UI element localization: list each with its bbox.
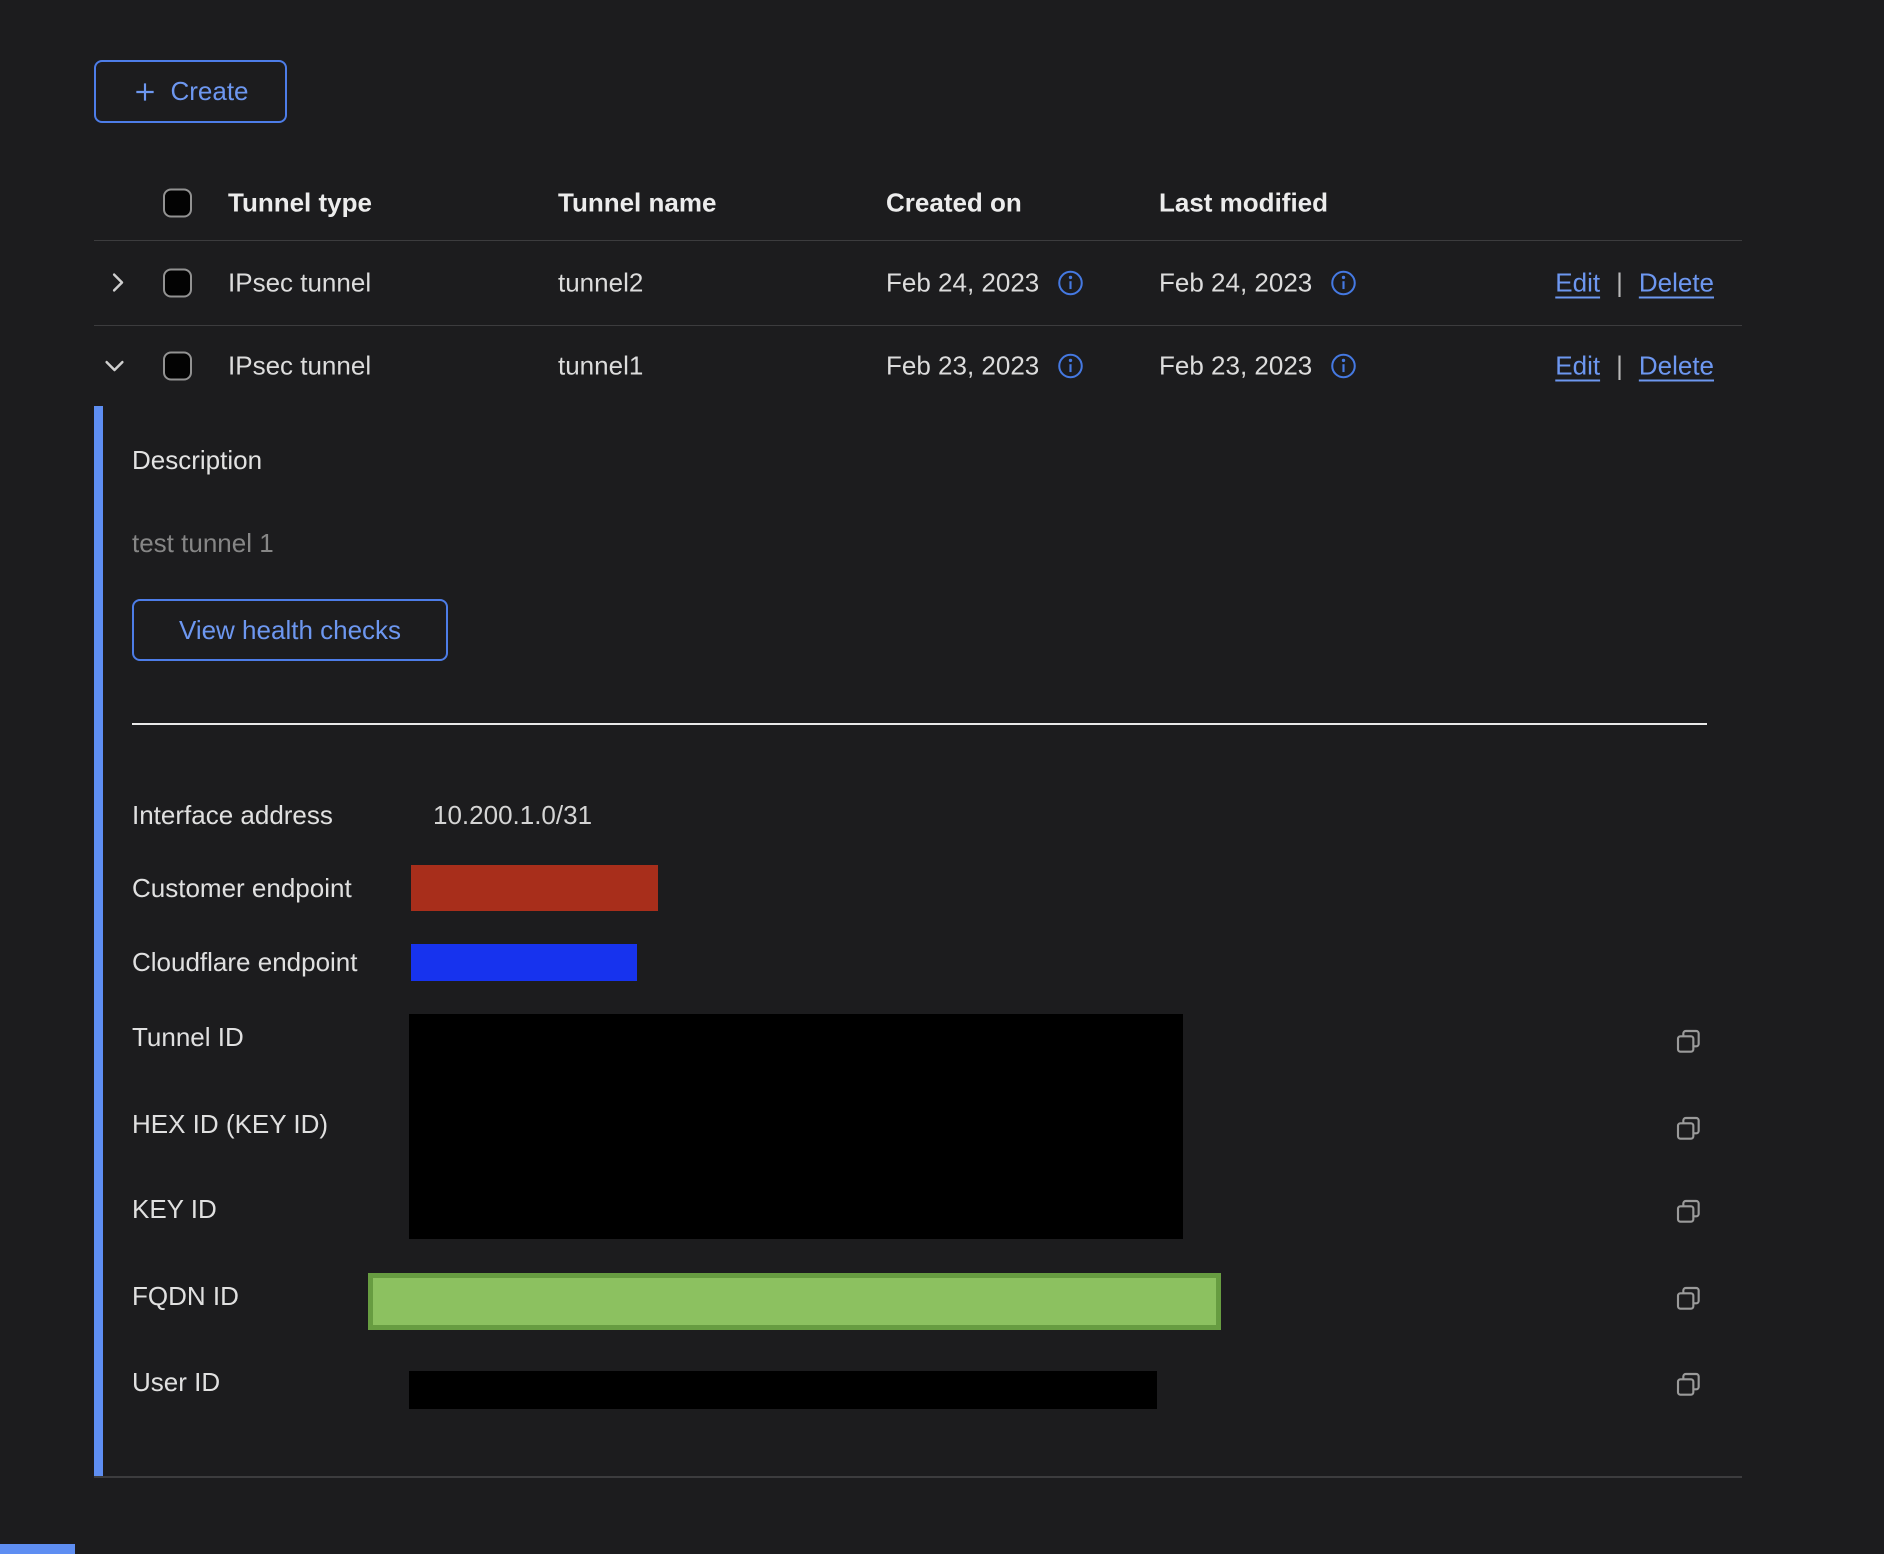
copy-user-id-button[interactable] [1672, 1368, 1704, 1400]
customer-endpoint-label: Customer endpoint [132, 873, 352, 904]
cloudflare-endpoint-redacted-value [411, 944, 637, 981]
expanded-row-accent-bar [94, 406, 103, 1477]
cloudflare-endpoint-label: Cloudflare endpoint [132, 947, 358, 978]
detail-divider [132, 723, 1707, 725]
copy-icon [1672, 1195, 1704, 1227]
action-separator: | [1616, 350, 1623, 381]
copy-icon [1672, 1112, 1704, 1144]
chevron-right-icon [104, 269, 131, 296]
copy-icon [1672, 1025, 1704, 1057]
info-icon[interactable] [1057, 269, 1084, 296]
info-icon[interactable] [1330, 352, 1357, 379]
interface-address-label: Interface address [132, 800, 333, 831]
collapse-row-button[interactable] [100, 352, 128, 380]
column-header-last-modified: Last modified [1159, 187, 1328, 218]
create-button-label: Create [170, 76, 248, 107]
row-checkbox[interactable] [163, 351, 192, 380]
last-modified-cell: Feb 23, 2023 [1159, 350, 1312, 381]
delete-link[interactable]: Delete [1639, 350, 1714, 381]
created-on-cell: Feb 23, 2023 [886, 350, 1039, 381]
view-health-checks-label: View health checks [179, 615, 401, 646]
column-header-tunnel-name: Tunnel name [558, 187, 716, 218]
bottom-left-accent [0, 1544, 75, 1554]
fqdn-id-label: FQDN ID [132, 1281, 239, 1312]
user-id-label: User ID [132, 1367, 220, 1398]
select-all-checkbox[interactable] [163, 188, 192, 217]
table-row: IPsec tunnel tunnel1 Feb 23, 2023 Feb 23… [0, 325, 1884, 406]
row-checkbox[interactable] [163, 268, 192, 297]
hex-id-label: HEX ID (KEY ID) [132, 1109, 328, 1140]
id-values-redacted-block [409, 1014, 1183, 1239]
tunnel-type-cell: IPsec tunnel [228, 350, 371, 381]
tunnel-name-cell: tunnel1 [558, 350, 643, 381]
table-row: IPsec tunnel tunnel2 Feb 24, 2023 Feb 24… [0, 240, 1884, 325]
info-icon[interactable] [1330, 269, 1357, 296]
description-label: Description [132, 445, 262, 476]
copy-icon [1672, 1282, 1704, 1314]
table-header-row: Tunnel type Tunnel name Created on Last … [0, 165, 1884, 240]
info-icon[interactable] [1057, 352, 1084, 379]
copy-hex-id-button[interactable] [1672, 1112, 1704, 1144]
expand-row-button[interactable] [103, 269, 131, 297]
plus-icon [132, 79, 158, 105]
fqdn-id-redacted-value [368, 1273, 1221, 1330]
view-health-checks-button[interactable]: View health checks [132, 599, 448, 661]
column-header-tunnel-type: Tunnel type [228, 187, 372, 218]
edit-link[interactable]: Edit [1555, 267, 1600, 298]
copy-icon [1672, 1368, 1704, 1400]
create-button[interactable]: Create [94, 60, 287, 123]
column-header-created-on: Created on [886, 187, 1022, 218]
key-id-label: KEY ID [132, 1194, 217, 1225]
user-id-redacted-value [409, 1371, 1157, 1409]
action-separator: | [1616, 267, 1623, 298]
customer-endpoint-redacted-value [411, 865, 658, 911]
tunnel-type-cell: IPsec tunnel [228, 267, 371, 298]
copy-key-id-button[interactable] [1672, 1195, 1704, 1227]
copy-fqdn-id-button[interactable] [1672, 1282, 1704, 1314]
tunnel-id-label: Tunnel ID [132, 1022, 244, 1053]
expanded-row-bottom-divider [94, 1476, 1742, 1478]
last-modified-cell: Feb 24, 2023 [1159, 267, 1312, 298]
chevron-down-icon [101, 352, 128, 379]
interface-address-value: 10.200.1.0/31 [433, 800, 592, 831]
description-value: test tunnel 1 [132, 528, 274, 559]
delete-link[interactable]: Delete [1639, 267, 1714, 298]
edit-link[interactable]: Edit [1555, 350, 1600, 381]
created-on-cell: Feb 24, 2023 [886, 267, 1039, 298]
copy-tunnel-id-button[interactable] [1672, 1025, 1704, 1057]
tunnels-page: Create Tunnel type Tunnel name Created o… [0, 0, 1884, 1554]
tunnel-name-cell: tunnel2 [558, 267, 643, 298]
